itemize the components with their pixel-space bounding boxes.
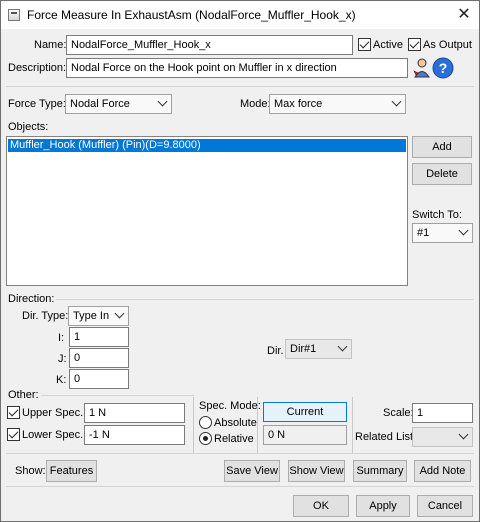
help-icon-glyph: ? xyxy=(439,60,448,76)
lower-spec-label: Lower Spec.: xyxy=(22,429,87,441)
window-title: Force Measure In ExhaustAsm (NodalForce_… xyxy=(27,8,356,22)
upper-spec-field[interactable]: 1 N xyxy=(84,403,185,423)
features-button[interactable]: Features xyxy=(46,460,97,482)
dir-select[interactable]: Dir#1 xyxy=(285,339,352,359)
relative-radio[interactable] xyxy=(199,432,212,445)
chevron-down-icon xyxy=(337,341,348,352)
name-label: Name: xyxy=(34,39,67,51)
force-type-label: Force Type: xyxy=(8,98,66,110)
switch-to-label: Switch To: xyxy=(412,209,462,221)
separator xyxy=(193,397,194,453)
help-icon[interactable]: ? xyxy=(432,57,454,79)
separator xyxy=(6,86,474,87)
apply-button[interactable]: Apply xyxy=(356,495,410,517)
mode-label: Mode: xyxy=(240,98,271,110)
add-note-button[interactable]: Add Note xyxy=(414,460,471,482)
current-button[interactable]: Current xyxy=(263,402,347,422)
title-bar[interactable]: Force Measure In ExhaustAsm (NodalForce_… xyxy=(1,1,479,29)
chevron-down-icon xyxy=(458,225,469,236)
active-checkbox[interactable] xyxy=(358,38,371,51)
show-view-button[interactable]: Show View xyxy=(288,460,345,482)
summary-button[interactable]: Summary xyxy=(353,460,407,482)
other-label: Other: xyxy=(8,389,39,401)
relative-label: Relative xyxy=(214,433,254,445)
force-type-select[interactable]: Nodal Force xyxy=(65,94,172,114)
force-measure-dialog: Force Measure In ExhaustAsm (NodalForce_… xyxy=(0,0,480,522)
list-item[interactable]: Muffler_Hook (Muffler) (Pin)(D=9.8000) xyxy=(8,139,406,152)
close-icon[interactable]: ✕ xyxy=(451,4,477,26)
separator xyxy=(41,395,194,396)
save-view-button[interactable]: Save View xyxy=(224,460,280,482)
related-list-label: Related List: xyxy=(355,431,417,443)
show-label: Show: xyxy=(15,465,46,477)
window-app-icon xyxy=(8,9,20,21)
direction-label: Direction: xyxy=(8,293,55,305)
cancel-button[interactable]: Cancel xyxy=(417,495,473,517)
i-component-field[interactable]: 1 xyxy=(69,327,129,347)
absolute-label: Absolute xyxy=(214,417,257,429)
chevron-down-icon xyxy=(157,96,168,107)
upper-spec-label: Upper Spec.: xyxy=(22,407,87,419)
mode-select[interactable]: Max force xyxy=(269,94,406,114)
name-field[interactable]: NodalForce_Muffler_Hook_x xyxy=(66,35,353,55)
chevron-down-icon xyxy=(114,308,125,319)
chevron-down-icon xyxy=(458,429,469,440)
separator xyxy=(56,299,474,300)
user-pointer-icon[interactable] xyxy=(413,57,431,79)
mode-value: Max force xyxy=(274,98,323,110)
as-output-checkbox[interactable] xyxy=(408,38,421,51)
separator xyxy=(352,397,353,453)
description-field[interactable]: Nodal Force on the Hook point on Muffler… xyxy=(66,58,408,78)
j-label: J: xyxy=(58,353,67,365)
dir-type-label: Dir. Type: xyxy=(22,310,69,322)
chevron-down-icon xyxy=(391,96,402,107)
objects-label: Objects: xyxy=(8,121,49,133)
separator xyxy=(6,453,474,454)
switch-to-value: #1 xyxy=(417,227,430,239)
upper-spec-checkbox[interactable] xyxy=(7,406,20,419)
force-type-value: Nodal Force xyxy=(70,98,130,110)
scale-field[interactable]: 1 xyxy=(412,403,473,423)
lower-spec-field[interactable]: -1 N xyxy=(84,425,185,445)
i-label: I: xyxy=(58,332,65,344)
as-output-label: As Output xyxy=(423,39,472,51)
active-label: Active xyxy=(373,39,403,51)
ok-button[interactable]: OK xyxy=(293,495,349,517)
k-label: K: xyxy=(56,374,67,386)
add-button[interactable]: Add xyxy=(412,136,472,158)
dir-value: Dir#1 xyxy=(290,343,317,355)
current-value-display: 0 N xyxy=(263,425,347,445)
objects-list[interactable]: Muffler_Hook (Muffler) (Pin)(D=9.8000) xyxy=(6,136,408,286)
delete-button[interactable]: Delete xyxy=(412,163,472,185)
scale-label: Scale: xyxy=(383,407,414,419)
dir-label: Dir. xyxy=(267,345,284,357)
j-component-field[interactable]: 0 xyxy=(69,348,129,368)
separator xyxy=(6,486,474,487)
lower-spec-checkbox[interactable] xyxy=(7,428,20,441)
description-label: Description: xyxy=(8,62,67,74)
dir-type-select[interactable]: Type In xyxy=(68,306,129,326)
absolute-radio[interactable] xyxy=(199,416,212,429)
dir-type-value: Type In xyxy=(73,310,110,322)
spec-mode-label: Spec. Mode: xyxy=(199,400,261,412)
related-list-select[interactable] xyxy=(412,427,473,447)
k-component-field[interactable]: 0 xyxy=(69,369,129,389)
switch-to-select[interactable]: #1 xyxy=(412,223,473,243)
